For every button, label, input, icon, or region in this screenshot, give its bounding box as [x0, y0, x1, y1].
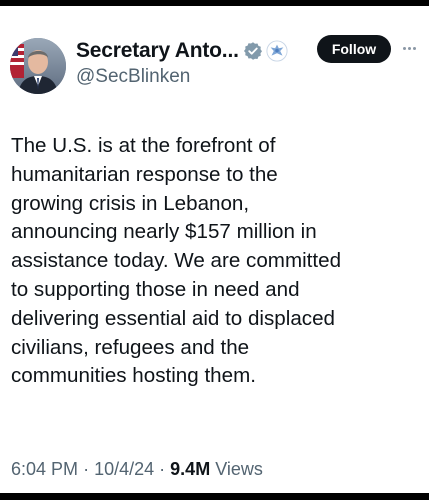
avatar[interactable]: [10, 38, 66, 94]
author-handle[interactable]: @SecBlinken: [76, 66, 190, 88]
tweet-date[interactable]: 10/4/24: [94, 459, 154, 479]
tweet-header: Secretary Anto... @SecBlinken Follow: [0, 0, 429, 110]
more-dot: [412, 46, 416, 50]
views-count[interactable]: 9.4M: [170, 459, 210, 479]
more-dot: [402, 46, 406, 50]
more-dot: [407, 46, 411, 50]
state-department-seal-icon: [266, 40, 288, 62]
verified-badge-icon: [243, 41, 263, 61]
meta-separator: ·: [159, 459, 166, 479]
tweet-time[interactable]: 6:04 PM: [11, 459, 78, 479]
views-label: Views: [215, 459, 263, 479]
more-options-icon[interactable]: [400, 40, 418, 56]
bottom-frame-bar: [0, 493, 429, 500]
tweet-meta: 6:04 PM · 10/4/24 · 9.4M Views: [11, 459, 263, 480]
follow-button[interactable]: Follow: [317, 35, 391, 63]
avatar-image: [10, 38, 66, 94]
meta-separator: ·: [83, 459, 90, 479]
author-display-name[interactable]: Secretary Anto...: [76, 39, 239, 63]
tweet-text: The U.S. is at the forefront of humanita…: [11, 134, 342, 388]
author-name-row: Secretary Anto...: [76, 38, 288, 64]
